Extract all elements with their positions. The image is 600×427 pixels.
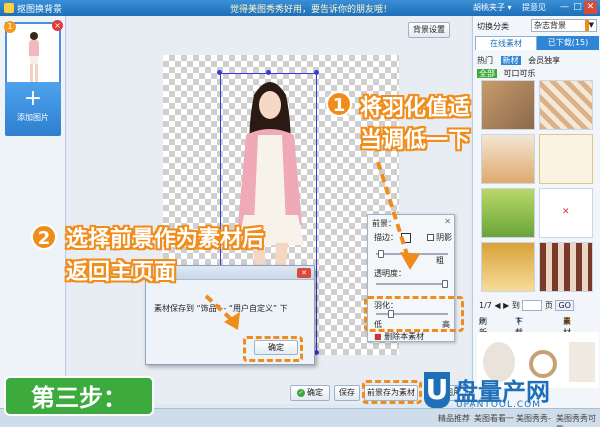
- annotation-arrows: [204, 161, 420, 330]
- arrowhead-icon: [400, 252, 420, 270]
- watermark-logo: U: [424, 372, 450, 408]
- arrow-to-feather: [376, 161, 410, 259]
- step-badge: 第三步：: [4, 376, 154, 416]
- arrow-to-ok: [204, 294, 234, 322]
- watermark-url: UPANTOOL.COM: [456, 400, 542, 410]
